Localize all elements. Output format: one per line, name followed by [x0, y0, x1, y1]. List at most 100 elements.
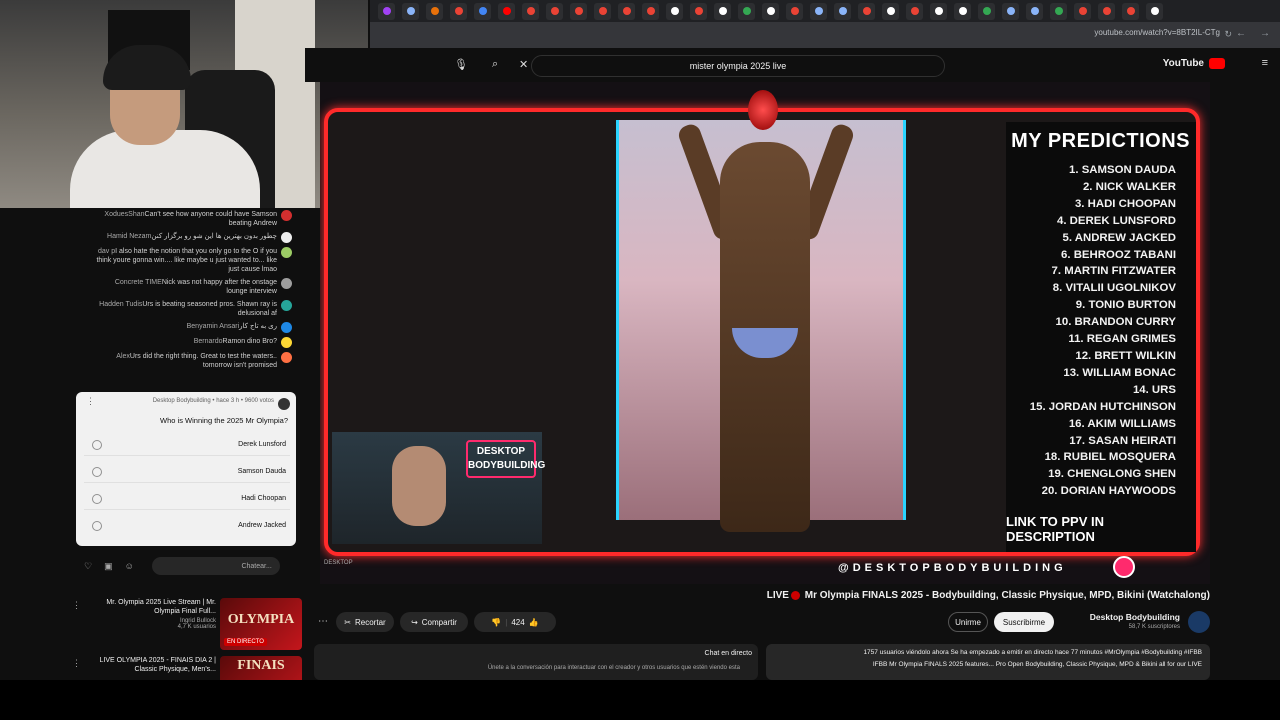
poll-option[interactable]: Andrew Jacked	[84, 515, 290, 537]
browser-tab[interactable]	[426, 2, 443, 20]
channel-avatar[interactable]	[1188, 611, 1210, 633]
chat-avatar[interactable]	[281, 210, 292, 221]
browser-tab[interactable]	[642, 2, 659, 20]
browser-tab[interactable]	[810, 2, 827, 20]
browser-tab[interactable]	[978, 2, 995, 20]
poll-option[interactable]: Hadi Choopan	[84, 488, 290, 510]
radio-icon[interactable]	[92, 494, 102, 504]
browser-tab[interactable]	[570, 2, 587, 20]
menu-icon[interactable]: ≡	[1262, 57, 1268, 69]
browser-tab[interactable]	[930, 2, 947, 20]
share-button[interactable]: ↪ Compartir	[400, 612, 468, 632]
browser-tab[interactable]	[378, 2, 395, 20]
browser-tab[interactable]	[738, 2, 755, 20]
chat-author[interactable]: Hadden Tudis	[99, 301, 142, 308]
related-video-title[interactable]: Mr. Olympia 2025 Live Stream | Mr. Olymp…	[86, 598, 216, 616]
related-video-title[interactable]: LIVE OLYMPIA 2025 - FINAIS DIA 2 | Class…	[86, 656, 216, 674]
related-video-thumbnail[interactable]: FINAIS	[220, 656, 302, 680]
browser-tab[interactable]	[834, 2, 851, 20]
browser-tab[interactable]	[762, 2, 779, 20]
chat-author[interactable]: Benyamin Ansari	[187, 323, 240, 330]
chat-panel-subtext: Únete a la conversación para interactuar…	[487, 665, 740, 671]
more-actions-icon[interactable]: ⋯	[318, 616, 328, 627]
browser-tab[interactable]	[786, 2, 803, 20]
clip-label: Recortar	[355, 617, 386, 627]
chat-author[interactable]: Bernardo	[194, 338, 223, 345]
radio-icon[interactable]	[92, 440, 102, 450]
channel-name[interactable]: Desktop Bodybuilding	[1090, 612, 1180, 622]
address-bar[interactable]: youtube.com/watch?v=8BT2IL-CTg	[1094, 28, 1220, 37]
browser-tab[interactable]	[1122, 2, 1139, 20]
browser-tab[interactable]	[498, 2, 515, 20]
dislike-icon[interactable]: 👎	[491, 618, 501, 627]
gift-icon[interactable]: ▣	[104, 561, 113, 572]
chat-avatar[interactable]	[281, 352, 292, 363]
browser-tab[interactable]	[954, 2, 971, 20]
like-icon[interactable]: 👍	[529, 618, 539, 627]
chat-avatar[interactable]	[281, 247, 292, 258]
browser-tab[interactable]	[666, 2, 683, 20]
browser-tab[interactable]	[1026, 2, 1043, 20]
chat-avatar[interactable]	[281, 322, 292, 333]
divider: |	[505, 617, 508, 627]
clip-button[interactable]: ✂ Recortar	[336, 612, 394, 632]
chat-input[interactable]: Chatear...	[151, 557, 280, 575]
chat-avatar[interactable]	[281, 232, 292, 243]
radio-icon[interactable]	[92, 467, 102, 477]
chat-avatar[interactable]	[281, 278, 292, 289]
browser-tab[interactable]	[714, 2, 731, 20]
radio-icon[interactable]	[92, 521, 102, 531]
tab-favicon-icon	[694, 7, 703, 15]
more-options-icon[interactable]: ⋮	[72, 600, 81, 611]
poll-option[interactable]: Derek Lunsford	[84, 434, 290, 456]
chat-avatar[interactable]	[281, 337, 292, 348]
chat-author[interactable]: XoduesShan	[104, 211, 144, 218]
search-icon[interactable]: ⌕	[492, 58, 498, 71]
browser-tab[interactable]	[522, 2, 539, 20]
forward-icon[interactable]: →	[1260, 28, 1270, 39]
chat-author[interactable]: Hamid Nezam	[107, 233, 151, 240]
related-video[interactable]: ⋮ Mr. Olympia 2025 Live Stream | Mr. Oly…	[70, 598, 302, 656]
chat-avatar[interactable]	[281, 300, 292, 311]
subscribe-button[interactable]: Suscribirme	[994, 612, 1054, 632]
browser-tab[interactable]	[450, 2, 467, 20]
microphone-icon[interactable]: 🎙	[454, 58, 468, 71]
browser-tab[interactable]	[594, 2, 611, 20]
browser-tab[interactable]	[546, 2, 563, 20]
search-input[interactable]: mister olympia 2025 live	[531, 55, 945, 77]
poll-menu-icon[interactable]: ⋮	[86, 396, 95, 407]
video-player[interactable]: MY PREDICTIONS 1. SAMSON DAUDA 2. NICK WA…	[320, 82, 1210, 584]
browser-tab[interactable]	[474, 2, 491, 20]
browser-tab[interactable]	[1098, 2, 1115, 20]
browser-tab[interactable]	[1074, 2, 1091, 20]
browser-tab[interactable]	[690, 2, 707, 20]
browser-tab[interactable]	[618, 2, 635, 20]
join-button[interactable]: Unirme	[948, 612, 988, 632]
back-icon[interactable]: ←	[1236, 28, 1246, 39]
browser-tab[interactable]	[1146, 2, 1163, 20]
youtube-logo[interactable]: YouTube	[1163, 58, 1225, 69]
tab-favicon-icon	[1150, 7, 1159, 15]
clear-search-icon[interactable]: ✕	[519, 58, 528, 71]
browser-tab[interactable]	[402, 2, 419, 20]
chat-author[interactable]: dav p	[98, 248, 115, 255]
browser-tab[interactable]	[906, 2, 923, 20]
more-options-icon[interactable]: ⋮	[72, 658, 81, 669]
browser-tab[interactable]	[858, 2, 875, 20]
browser-tab[interactable]	[1002, 2, 1019, 20]
browser-tab[interactable]	[882, 2, 899, 20]
heart-icon[interactable]: ♡	[84, 561, 92, 572]
overlay-handle: @DESKTOPBODYBUILDING	[838, 562, 1067, 574]
emoji-icon[interactable]: ☺	[125, 561, 134, 571]
live-chat-collapsed[interactable]: Chat en directo Únete a la conversación …	[314, 644, 758, 680]
tab-favicon-icon	[814, 7, 823, 15]
chat-message: dav pI also hate the notion that you onl…	[70, 245, 300, 276]
poll-option[interactable]: Samson Dauda	[84, 461, 290, 483]
chat-author[interactable]: Alex	[116, 353, 130, 360]
reload-icon[interactable]: ↻	[1224, 29, 1232, 40]
related-video-thumbnail[interactable]: OLYMPIA EN DIRECTO	[220, 598, 302, 650]
video-description[interactable]: 1757 usuarios viéndolo ahora Se ha empez…	[766, 644, 1210, 680]
browser-tab[interactable]	[1050, 2, 1067, 20]
chat-author[interactable]: Concrete TIME	[115, 279, 162, 286]
related-video[interactable]: ⋮ LIVE OLYMPIA 2025 - FINAIS DIA 2 | Cla…	[70, 656, 302, 680]
